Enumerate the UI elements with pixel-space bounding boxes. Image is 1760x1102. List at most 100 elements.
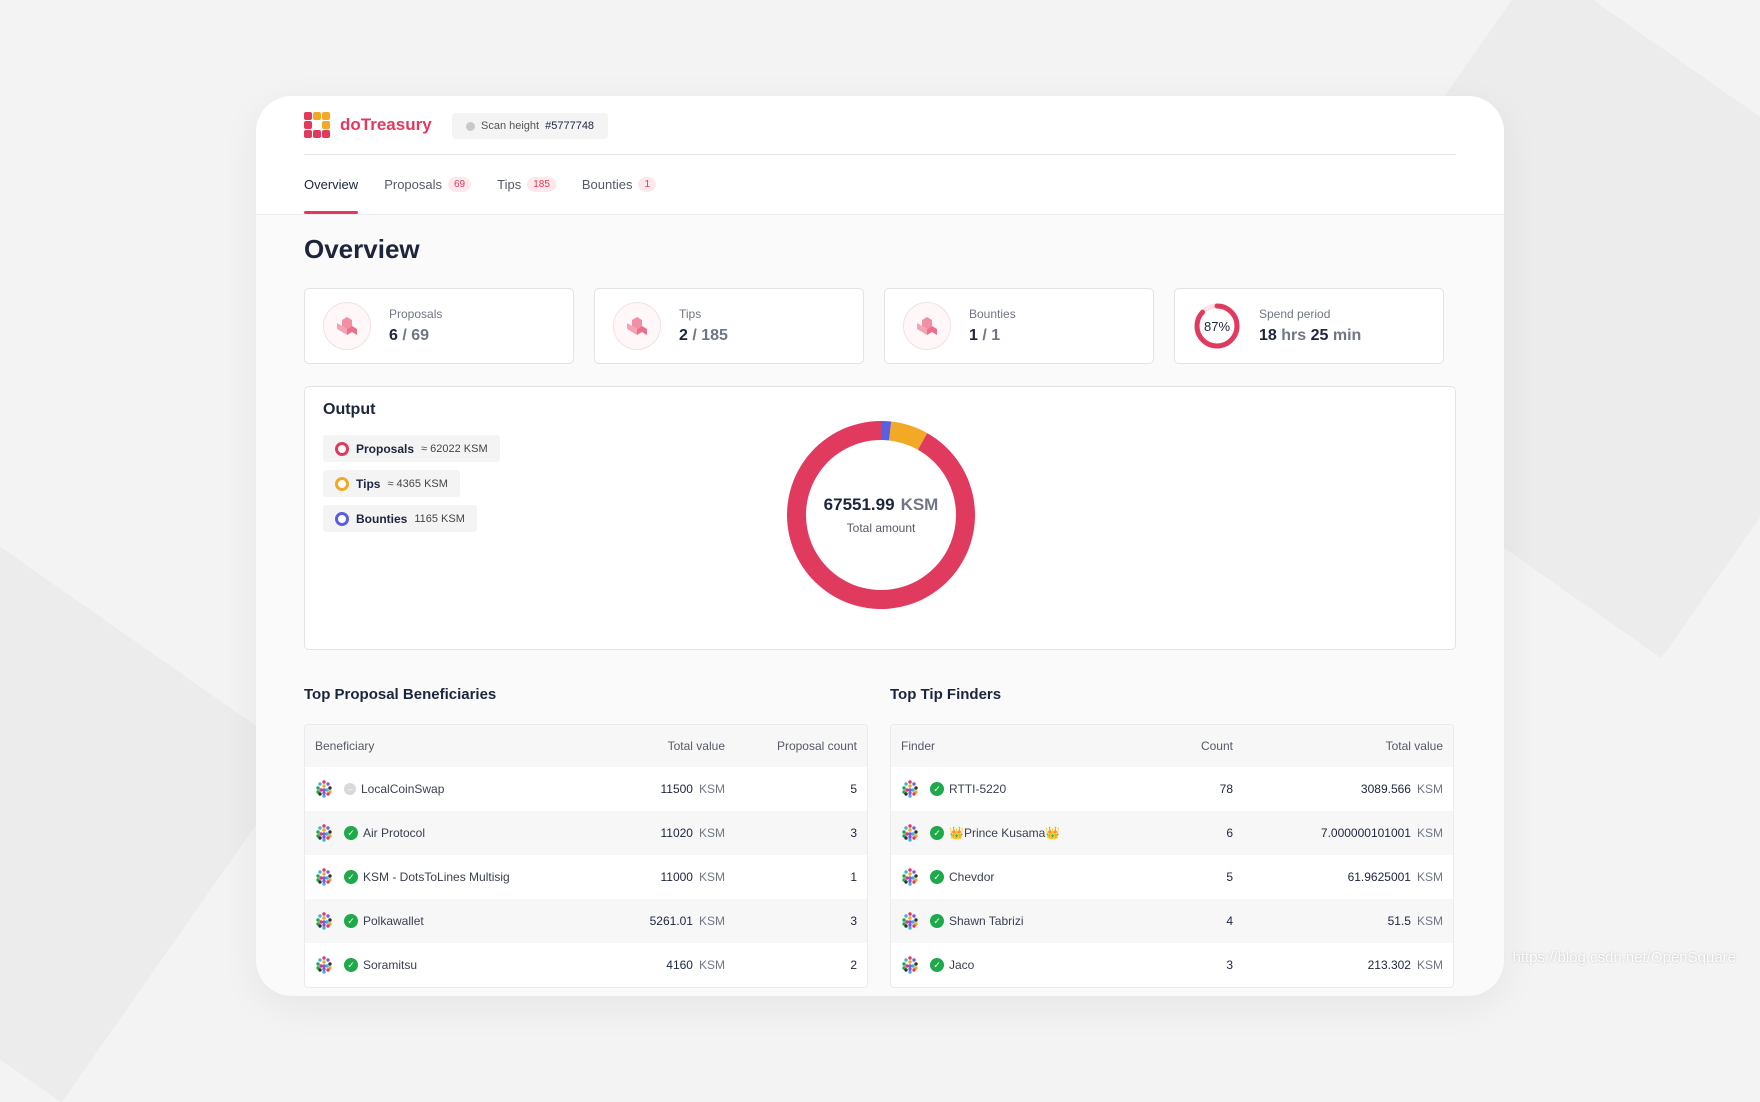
tab-tips[interactable]: Tips 185 (497, 155, 556, 214)
value-unit: KSM (698, 914, 725, 928)
beneficiary-name[interactable]: LocalCoinSwap (361, 782, 444, 796)
finder-name[interactable]: Chevdor (949, 870, 994, 884)
legend-item-tips[interactable]: Tips ≈ 4365 KSM (323, 470, 460, 497)
table-header: Finder Count Total value (891, 725, 1453, 767)
proposal-count: 1 (850, 870, 857, 884)
total-value: 3089.566 (1360, 782, 1411, 796)
beneficiary-name[interactable]: Soramitsu (363, 958, 417, 972)
table-row[interactable]: – LocalCoinSwap 11500 KSM 5 (305, 767, 867, 811)
legend-item-bounties[interactable]: Bounties 1165 KSM (323, 505, 477, 532)
beneficiary-name[interactable]: Polkawallet (363, 914, 424, 928)
tab-proposals[interactable]: Proposals 69 (384, 155, 472, 214)
beneficiaries-table: Beneficiary Total value Proposal count –… (304, 724, 868, 988)
identicon-avatar (316, 780, 332, 798)
column-header: Finder (901, 739, 936, 753)
stat-total: / 69 (402, 327, 430, 344)
total-label: Total amount (846, 521, 916, 535)
watermark: https://blog.csdn.net/OpenSquare (1512, 949, 1736, 966)
tab-overview[interactable]: Overview (304, 155, 359, 214)
finder-name[interactable]: Shawn Tabrizi (949, 914, 1023, 928)
stat-value: 6 (389, 327, 398, 344)
table-row[interactable]: ✓ Polkawallet 5261.01 KSM 3 (305, 899, 867, 943)
output-panel: Output Proposals ≈ 62022 KSM Tips ≈ 4365… (304, 386, 1456, 650)
spend-hours: 18 (1259, 327, 1277, 344)
stat-card-proposals[interactable]: Proposals 6 / 69 (304, 288, 574, 364)
stat-label: Bounties (969, 307, 1016, 321)
table-row[interactable]: ✓ KSM - DotsToLines Multisig 11000 KSM 1 (305, 855, 867, 899)
table-row[interactable]: ✓ RTTI-5220 78 3089.566 KSM (891, 767, 1453, 811)
stat-card-tips[interactable]: Tips 2 / 185 (594, 288, 864, 364)
finder-name[interactable]: Jaco (949, 958, 974, 972)
legend-label: Tips (356, 476, 381, 491)
tip-count: 4 (1226, 914, 1233, 928)
stat-card-spend-period[interactable]: 87% Spend period 18 hrs 25 min (1174, 288, 1444, 364)
value-unit: KSM (1416, 870, 1443, 884)
value-unit: KSM (698, 870, 725, 884)
tip-count: 6 (1226, 826, 1233, 840)
stat-label: Spend period (1259, 307, 1331, 321)
legend-value: ≈ 62022 KSM (421, 442, 488, 455)
identicon-avatar (902, 912, 918, 930)
scan-height-badge: Scan height #5777748 (452, 113, 609, 139)
total-value: 11000 (660, 870, 693, 884)
cubes-icon (323, 302, 371, 350)
count-badge: 185 (527, 177, 556, 192)
tab-label: Bounties (581, 177, 633, 192)
tip-count: 3 (1226, 958, 1233, 972)
value-unit: KSM (1416, 826, 1443, 840)
total-unit: KSM (900, 495, 939, 514)
legend-label: Bounties (356, 511, 408, 526)
verified-check-icon: ✓ (344, 914, 358, 928)
table-row[interactable]: ✓ Chevdor 5 61.9625001 KSM (891, 855, 1453, 899)
table-row[interactable]: ✓ Air Protocol 11020 KSM 3 (305, 811, 867, 855)
page-title: Overview (304, 234, 420, 264)
column-header: Beneficiary (315, 739, 375, 753)
tab-bar: Overview Proposals 69 Tips 185 Bounties … (304, 155, 657, 214)
stat-card-bounties[interactable]: Bounties 1 / 1 (884, 288, 1154, 364)
beneficiary-name[interactable]: Air Protocol (363, 826, 425, 840)
spend-period-progress-ring: 87% (1193, 302, 1241, 350)
legend-label: Proposals (356, 441, 415, 456)
beneficiary-name[interactable]: KSM - DotsToLines Multisig (363, 870, 510, 884)
scan-height-value: #5777748 (545, 120, 595, 132)
unverified-identity-icon: – (344, 783, 356, 795)
total-value: 61.9625001 (1347, 870, 1411, 884)
identicon-avatar (316, 824, 332, 842)
verified-check-icon: ✓ (344, 870, 358, 884)
legend-dot-icon (335, 511, 349, 526)
app-window: doTreasury Scan height #5777748 Overview… (256, 96, 1504, 996)
finder-name[interactable]: 👑Prince Kusama👑 (949, 826, 1060, 840)
finder-name[interactable]: RTTI-5220 (949, 782, 1006, 796)
proposal-count: 3 (850, 826, 857, 840)
status-dot-icon (466, 121, 475, 131)
total-value: 7.000000101001 (1320, 826, 1411, 840)
table-header: Beneficiary Total value Proposal count (305, 725, 867, 767)
proposal-count: 5 (850, 782, 857, 796)
spend-period-percent: 87% (1203, 318, 1231, 334)
table-row[interactable]: ✓ Jaco 3 213.302 KSM (891, 943, 1453, 987)
logo[interactable]: doTreasury (304, 112, 432, 138)
column-header: Total value (1385, 739, 1443, 753)
scan-height-label: Scan height (481, 120, 540, 132)
table-row[interactable]: ✓ Soramitsu 4160 KSM 2 (305, 943, 867, 987)
table-row[interactable]: ✓ 👑Prince Kusama👑 6 7.000000101001 KSM (891, 811, 1453, 855)
tab-bounties[interactable]: Bounties 1 (581, 155, 657, 214)
legend-dot-icon (335, 441, 349, 456)
stat-label: Proposals (389, 307, 443, 321)
table-row[interactable]: ✓ Shawn Tabrizi 4 51.5 KSM (891, 899, 1453, 943)
identicon-avatar (902, 868, 918, 886)
output-title: Output (323, 401, 376, 418)
cubes-icon (613, 302, 661, 350)
spend-minutes-unit: min (1332, 327, 1362, 344)
app-name: doTreasury (340, 115, 432, 134)
proposal-count: 3 (850, 914, 857, 928)
total-value: 4160 (666, 958, 693, 972)
donut-center: 67551.99 KSM Total amount (775, 409, 987, 621)
header: doTreasury Scan height #5777748 Overview… (256, 96, 1504, 215)
legend-item-proposals[interactable]: Proposals ≈ 62022 KSM (323, 435, 500, 462)
total-value: 51.5 (1387, 914, 1411, 928)
stats-row: Proposals 6 / 69 Tips 2 / 185 Bounties 1… (304, 288, 1444, 364)
total-value: 213.302 (1367, 958, 1411, 972)
value-unit: KSM (698, 958, 725, 972)
stat-value: 2 (679, 327, 688, 344)
